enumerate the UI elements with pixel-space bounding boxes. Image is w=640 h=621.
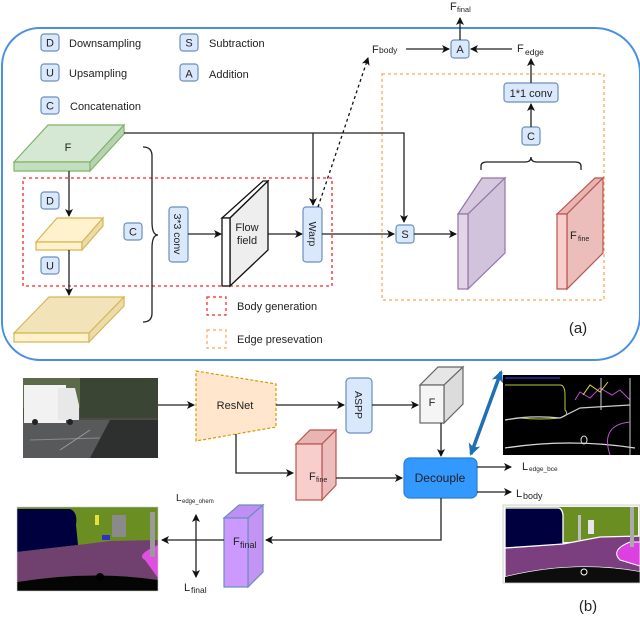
legend-symbol-a: A: [185, 69, 193, 81]
legend-label-downsampling: Downsampling: [69, 38, 141, 50]
svg-text:1*1 conv: 1*1 conv: [510, 88, 553, 100]
feature-f-label: F: [65, 142, 72, 154]
svg-text:C: C: [129, 227, 137, 239]
legend-symbol-d: D: [46, 38, 54, 50]
edge-map-image: [503, 375, 640, 456]
region-legend-edge: Edge presevation: [206, 329, 323, 349]
legend-item-addition: A Addition: [179, 63, 249, 82]
svg-text:F: F: [309, 471, 316, 483]
svg-text:Decouple: Decouple: [415, 471, 466, 485]
legend-item-downsampling: D Downsampling: [40, 33, 141, 52]
curly-brace-left: [142, 146, 159, 323]
caption-b: (b): [579, 598, 597, 615]
svg-text:edge_ohem: edge_ohem: [182, 499, 214, 505]
conv3x3-block: 3*3 conv: [168, 206, 189, 263]
svg-text:edge_bce: edge_bce: [529, 466, 558, 473]
l-edge-ohem-label: L edge_ohem: [176, 493, 214, 505]
f-edge-label: F edge: [517, 43, 544, 57]
feature-f-slab: F: [12, 123, 126, 173]
double-arrow-edge-link: [468, 370, 504, 456]
legend-label-subtraction: Subtraction: [209, 38, 265, 50]
op-subtract: S: [395, 224, 415, 244]
l-body-label: L body: [516, 488, 543, 501]
svg-text:ResNet: ResNet: [217, 400, 254, 412]
l-edge-bce-label: L edge_bce: [522, 461, 558, 473]
feature-f-cube: F: [418, 365, 465, 425]
svg-text:body: body: [523, 491, 543, 501]
svg-text:F: F: [570, 230, 577, 242]
resnet-block: ResNet: [195, 370, 277, 442]
fine-feature-slab-a: F fine: [555, 176, 605, 291]
svg-text:F: F: [450, 1, 457, 13]
arrow-resnet-to-ffine: [235, 434, 294, 477]
svg-text:final: final: [457, 5, 471, 14]
svg-text:F: F: [233, 536, 240, 548]
legend-label-addition: Addition: [209, 69, 249, 81]
input-street-image: [23, 378, 158, 458]
svg-text:L: L: [516, 488, 522, 500]
legend-symbol-u: U: [46, 68, 54, 80]
f-final-label-a: F final: [450, 1, 471, 14]
svg-text:A: A: [456, 44, 464, 56]
f-body-label: F body: [372, 44, 398, 56]
arrow-decouple-to-ffinal: [265, 498, 442, 544]
op-downsample: D: [40, 191, 60, 210]
svg-text:L: L: [184, 582, 190, 594]
svg-text:body: body: [379, 45, 398, 55]
architecture-diagram: D Downsampling U Upsampling C Concatenat…: [1, 1, 640, 615]
legend-item-concatenation: C Concatenation: [40, 96, 141, 115]
fine-feature-slab-b: F fine: [294, 428, 338, 502]
svg-text:fine: fine: [316, 477, 327, 484]
svg-text:ASPP: ASPP: [352, 391, 364, 419]
edge-feature-slab: [456, 176, 507, 291]
svg-text:U: U: [46, 261, 54, 273]
legend-item-subtraction: S Subtraction: [179, 33, 265, 52]
legend-label-concatenation: Concatenation: [70, 101, 141, 113]
output-segmentation-image: [16, 506, 159, 592]
legend-symbol-s: S: [185, 38, 192, 50]
region-legend-body: Body generation: [206, 296, 317, 316]
svg-text:final: final: [191, 585, 207, 595]
svg-text:Flow: Flow: [235, 222, 258, 234]
op-upsample: U: [40, 256, 60, 275]
aspp-block: ASPP: [345, 377, 373, 434]
svg-text:fine: fine: [578, 236, 589, 243]
svg-text:Warp: Warp: [306, 222, 318, 247]
l-final-label: L final: [184, 582, 207, 595]
caption-a: (a): [569, 320, 587, 337]
decouple-block: Decouple: [403, 457, 478, 499]
svg-text:S: S: [401, 229, 408, 241]
upsampled-feature-slab: [12, 295, 126, 344]
legend-label-upsampling: Upsampling: [69, 68, 127, 80]
conv1x1-block: 1*1 conv: [503, 82, 559, 103]
svg-text:L: L: [522, 461, 528, 473]
svg-text:field: field: [237, 235, 257, 247]
svg-text:F: F: [517, 43, 524, 55]
final-feature-slab: F final: [222, 503, 265, 589]
downsampled-feature-slab: [34, 216, 105, 252]
svg-text:F: F: [372, 44, 379, 56]
svg-text:D: D: [46, 196, 54, 208]
flow-field-block: Flow field: [220, 179, 270, 288]
legend: D Downsampling U Upsampling C Concatenat…: [40, 33, 265, 115]
svg-text:Edge presevation: Edge presevation: [237, 334, 323, 346]
svg-text:3*3 conv: 3*3 conv: [171, 214, 183, 256]
legend-symbol-c: C: [46, 101, 54, 113]
op-concat-right: C: [521, 126, 541, 146]
svg-text:F: F: [429, 397, 436, 409]
legend-item-upsampling: U Upsampling: [40, 63, 127, 82]
svg-text:Body generation: Body generation: [237, 301, 317, 313]
body-map-image: [502, 504, 640, 584]
svg-text:final: final: [240, 540, 257, 550]
warp-block: Warp: [302, 206, 323, 263]
curly-brace-right: [480, 156, 582, 170]
svg-text:edge: edge: [525, 47, 544, 57]
op-add: A: [450, 39, 470, 59]
svg-text:C: C: [527, 131, 535, 143]
op-concat-left: C: [123, 222, 143, 241]
